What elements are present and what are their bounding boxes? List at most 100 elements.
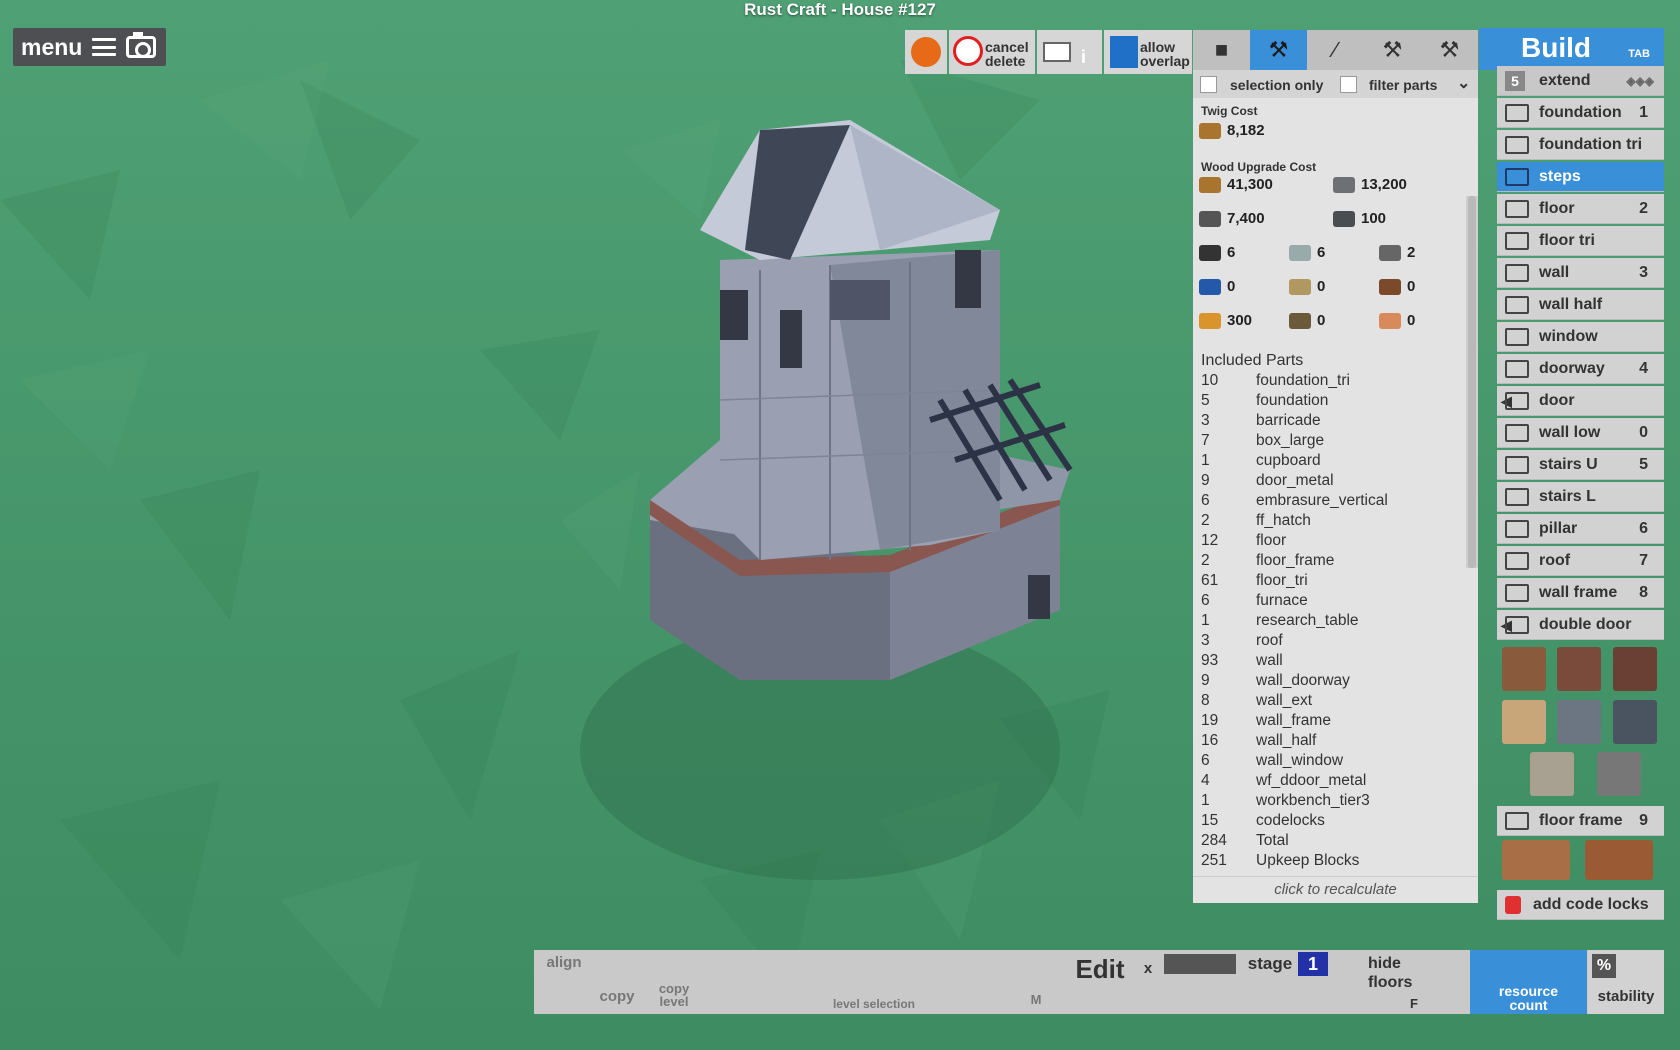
part-name: furnace bbox=[1256, 592, 1308, 609]
cancel-delete-button[interactable]: cancel delete bbox=[949, 30, 1035, 74]
included-parts-title: Included Parts bbox=[1201, 352, 1304, 369]
hamburger-icon[interactable] bbox=[92, 38, 117, 56]
cam-hint: i bbox=[1081, 47, 1087, 67]
chevron-down-icon[interactable]: ⌄ bbox=[1457, 73, 1470, 93]
cube-icon[interactable]: ■ bbox=[1193, 30, 1250, 70]
foundation-tri-icon bbox=[1505, 136, 1529, 154]
cost-scrollbar[interactable] bbox=[1466, 196, 1478, 568]
floor-tri-icon bbox=[1505, 232, 1529, 250]
part-name: codelocks bbox=[1256, 812, 1325, 829]
part-name: workbench_tier3 bbox=[1256, 792, 1370, 809]
build-item-label: floor frame bbox=[1539, 812, 1623, 829]
door-variant-4[interactable] bbox=[1502, 700, 1546, 744]
doorway-icon bbox=[1505, 360, 1529, 378]
align-button[interactable]: align bbox=[542, 954, 586, 971]
hammer-icon[interactable]: ⚒ bbox=[1250, 30, 1307, 70]
build-item-foundation[interactable]: foundation 1 bbox=[1497, 98, 1664, 128]
part-count: 1 bbox=[1201, 792, 1210, 809]
recalculate-button[interactable]: click to recalculate bbox=[1193, 876, 1478, 902]
camera-record-button[interactable]: i bbox=[1037, 30, 1102, 74]
part-count: 1 bbox=[1201, 452, 1210, 469]
build-item-double-door[interactable]: ◀ double door bbox=[1497, 610, 1664, 640]
door-variant-1[interactable] bbox=[1502, 647, 1546, 691]
copy-button[interactable]: copy bbox=[594, 988, 640, 1005]
extend-row[interactable]: 5 extend ◈◈◈ bbox=[1497, 66, 1664, 96]
door-variant-6[interactable] bbox=[1613, 700, 1657, 744]
tool-icon[interactable]: ⚒ bbox=[1364, 30, 1421, 70]
part-row: 4 wf_ddoor_metal bbox=[1201, 772, 1466, 792]
part-count: 9 bbox=[1201, 472, 1210, 489]
build-item-key: 7 bbox=[1639, 552, 1648, 569]
part-count: 3 bbox=[1201, 632, 1210, 649]
hide-floors-button[interactable]: hide floors bbox=[1368, 954, 1428, 992]
cost-leather: 0 bbox=[1379, 312, 1415, 329]
build-item-floor-tri[interactable]: floor tri bbox=[1497, 226, 1664, 256]
cost-wood: 41,300 bbox=[1199, 176, 1273, 193]
part-name: research_table bbox=[1256, 612, 1359, 629]
part-name: foundation_tri bbox=[1256, 372, 1350, 389]
twig-cost-title: Twig Cost bbox=[1201, 104, 1258, 118]
floor-frame-variant-1[interactable] bbox=[1502, 840, 1570, 880]
wrench-icon[interactable]: ∕ bbox=[1307, 30, 1364, 70]
part-name: foundation bbox=[1256, 392, 1329, 409]
double-door-icon bbox=[1505, 616, 1529, 634]
edit-close-button[interactable]: x bbox=[1138, 960, 1158, 977]
add-code-locks-button[interactable]: add code locks bbox=[1497, 890, 1664, 920]
pickaxe-icon[interactable]: ⚒ bbox=[1421, 30, 1478, 70]
build-item-doorway[interactable]: doorway 4 bbox=[1497, 354, 1664, 384]
build-item-wall-half[interactable]: wall half bbox=[1497, 290, 1664, 320]
door-variant-7[interactable] bbox=[1530, 752, 1574, 796]
stage-value[interactable]: 1 bbox=[1298, 952, 1328, 976]
build-item-stairs-u[interactable]: stairs U 5 bbox=[1497, 450, 1664, 480]
part-row: 3 barricade bbox=[1201, 412, 1466, 432]
resource-count-button[interactable]: resource count bbox=[1470, 950, 1587, 1014]
build-item-floor-frame[interactable]: floor frame 9 bbox=[1497, 806, 1664, 836]
build-item-floor[interactable]: floor 2 bbox=[1497, 194, 1664, 224]
stability-button[interactable]: % stability bbox=[1588, 950, 1664, 1014]
selection-only-checkbox[interactable] bbox=[1200, 76, 1217, 93]
copy-level-button[interactable]: copy level bbox=[650, 982, 698, 1008]
video-icon bbox=[1043, 42, 1071, 62]
build-item-steps[interactable]: steps bbox=[1497, 162, 1664, 192]
allow-overlap-button[interactable]: allow overlap bbox=[1104, 30, 1192, 74]
door-variant-2[interactable] bbox=[1557, 647, 1601, 691]
menu-button[interactable]: menu bbox=[13, 28, 166, 66]
build-item-wall[interactable]: wall 3 bbox=[1497, 258, 1664, 288]
door-variant-8[interactable] bbox=[1597, 752, 1641, 796]
door-variant-5[interactable] bbox=[1557, 700, 1601, 744]
build-item-key: 9 bbox=[1639, 812, 1648, 829]
part-count: 6 bbox=[1201, 492, 1210, 509]
build-item-foundation-tri[interactable]: foundation tri bbox=[1497, 130, 1664, 160]
build-title: Build bbox=[1521, 32, 1591, 63]
build-item-stairs-l[interactable]: stairs L bbox=[1497, 482, 1664, 512]
part-name: Total bbox=[1256, 832, 1289, 849]
part-row: 6 wall_window bbox=[1201, 752, 1466, 772]
part-count: 8 bbox=[1201, 692, 1210, 709]
build-item-pillar[interactable]: pillar 6 bbox=[1497, 514, 1664, 544]
build-item-key: 1 bbox=[1639, 104, 1648, 121]
menu-label: menu bbox=[21, 33, 83, 60]
build-item-label: wall half bbox=[1539, 296, 1603, 313]
build-item-wall-frame[interactable]: wall frame 8 bbox=[1497, 578, 1664, 608]
build-item-wall-low[interactable]: wall low 0 bbox=[1497, 418, 1664, 448]
build-item-roof[interactable]: roof 7 bbox=[1497, 546, 1664, 576]
build-item-door[interactable]: ◀ door bbox=[1497, 386, 1664, 416]
door-variant-3[interactable] bbox=[1613, 647, 1657, 691]
build-header[interactable]: Build TAB bbox=[1479, 28, 1664, 70]
stage-label: stage bbox=[1247, 954, 1293, 973]
f-key-hint: F bbox=[1410, 996, 1418, 1011]
percent-toggle[interactable]: % bbox=[1592, 954, 1616, 978]
camera-icon[interactable] bbox=[126, 32, 157, 58]
stairs-u-icon bbox=[1505, 456, 1529, 474]
metal-frag-icon bbox=[1199, 210, 1221, 227]
edit-toggle[interactable]: Edit bbox=[1050, 954, 1150, 985]
part-row: 2 floor_frame bbox=[1201, 552, 1466, 572]
cost-sheet: 6 bbox=[1289, 244, 1325, 261]
floor-frame-variant-2[interactable] bbox=[1585, 840, 1653, 880]
build-item-window[interactable]: window bbox=[1497, 322, 1664, 352]
part-row: 9 door_metal bbox=[1201, 472, 1466, 492]
part-name: floor bbox=[1256, 532, 1287, 549]
shield-button[interactable] bbox=[905, 30, 947, 74]
filter-parts-checkbox[interactable] bbox=[1340, 76, 1357, 93]
build-item-label: foundation bbox=[1539, 104, 1622, 121]
